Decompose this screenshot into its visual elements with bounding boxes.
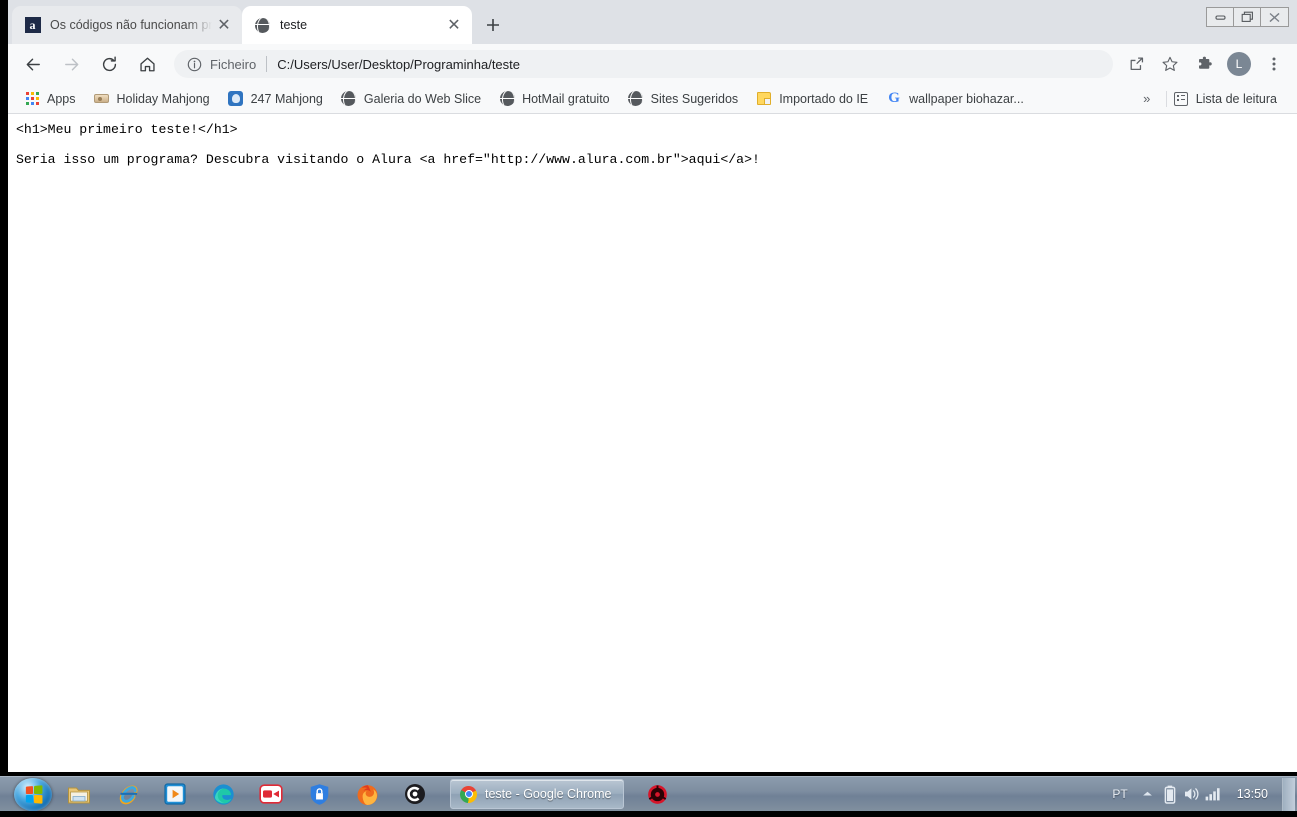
dark-circle-c-icon[interactable] xyxy=(394,779,436,810)
signal-bars-icon[interactable] xyxy=(1203,777,1225,812)
globe-icon xyxy=(254,17,271,34)
window-controls xyxy=(1206,7,1289,27)
mahjong-tile-icon xyxy=(94,91,110,107)
avatar[interactable]: L xyxy=(1227,52,1251,76)
shield-icon[interactable] xyxy=(298,779,340,810)
reload-icon[interactable] xyxy=(94,49,124,79)
taskbar-window-label: teste - Google Chrome xyxy=(485,787,612,801)
divider xyxy=(1165,90,1167,107)
source-line: <h1>Meu primeiro teste!</h1> xyxy=(16,122,238,137)
internet-explorer-icon[interactable] xyxy=(106,779,148,810)
close-button[interactable] xyxy=(1261,8,1288,26)
back-arrow-icon[interactable] xyxy=(18,49,48,79)
bookmark-folder-importado-do-ie[interactable]: Importado do IE xyxy=(756,87,876,111)
star-icon[interactable] xyxy=(1156,50,1184,78)
share-icon[interactable] xyxy=(1122,50,1150,78)
bookmark-label: Holiday Mahjong xyxy=(116,91,210,106)
bookmark-apps[interactable]: Apps xyxy=(24,87,84,111)
taskbar-active-window-chrome[interactable]: teste - Google Chrome xyxy=(450,779,625,809)
speaker-icon[interactable] xyxy=(1181,777,1203,812)
browser-window: a Os códigos não funcionam pra mim ✕ tes… xyxy=(8,0,1297,772)
tab-teste[interactable]: teste ✕ xyxy=(242,6,472,44)
omnibox-divider xyxy=(266,56,268,72)
minimize-button[interactable] xyxy=(1207,8,1234,26)
taskbar: teste - Google Chrome PT 13:50 xyxy=(0,776,1297,811)
bookmark-sites-sugeridos[interactable]: Sites Sugeridos xyxy=(628,87,747,111)
alura-a-icon: a xyxy=(24,17,41,34)
address-bar[interactable]: Ficheiro C:/Users/User/Desktop/Programin… xyxy=(174,50,1113,78)
page-content: <h1>Meu primeiro teste!</h1> Seria isso … xyxy=(8,114,1297,772)
info-circle-icon[interactable] xyxy=(186,56,202,72)
tab-strip: a Os códigos não funcionam pra mim ✕ tes… xyxy=(8,0,1297,44)
system-tray: PT 13:50 xyxy=(1103,777,1297,812)
clock[interactable]: 13:50 xyxy=(1237,787,1268,801)
source-line: Seria isso um programa? Descubra visitan… xyxy=(16,151,760,167)
bookmark-247-mahjong[interactable]: 247 Mahjong xyxy=(228,87,331,111)
close-icon[interactable]: ✕ xyxy=(212,13,236,37)
bookmark-label: 247 Mahjong xyxy=(250,91,323,106)
url-text[interactable]: C:/Users/User/Desktop/Programinha/teste xyxy=(277,57,1101,72)
battery-icon[interactable] xyxy=(1159,777,1181,812)
three-dot-menu-icon[interactable] xyxy=(1260,50,1288,78)
home-icon[interactable] xyxy=(132,49,162,79)
folder-explorer-icon[interactable] xyxy=(58,779,100,810)
show-desktop-button[interactable] xyxy=(1282,777,1295,811)
bookmark-label: Sites Sugeridos xyxy=(650,91,739,106)
bookmark-label: wallpaper biohazar... xyxy=(909,91,1024,106)
folder-icon xyxy=(756,91,772,107)
windows-start-orb-icon[interactable] xyxy=(14,777,52,811)
apps-grid-icon xyxy=(24,91,40,107)
chrome-logo-icon xyxy=(460,785,477,803)
url-scheme-label: Ficheiro xyxy=(210,56,257,72)
reading-list-icon xyxy=(1173,91,1189,107)
globe-icon xyxy=(628,91,644,107)
media-player-icon[interactable] xyxy=(154,779,196,810)
tab-title: Os códigos não funcionam pra mim xyxy=(50,18,212,32)
globe-icon xyxy=(499,91,515,107)
bookmark-label: Galeria do Web Slice xyxy=(363,91,482,106)
edge-icon[interactable] xyxy=(202,779,244,810)
bookmark-holiday-mahjong[interactable]: Holiday Mahjong xyxy=(94,87,218,111)
blue-square-icon xyxy=(228,91,244,107)
bookmarks-bar: Apps Holiday Mahjong 247 Mahjong Galeria… xyxy=(8,84,1297,114)
close-icon[interactable]: ✕ xyxy=(442,13,466,37)
reading-list-label: Lista de leitura xyxy=(1195,91,1277,106)
tab-alura[interactable]: a Os códigos não funcionam pra mim ✕ xyxy=(12,6,242,44)
new-tab-button[interactable] xyxy=(478,10,508,40)
bookmark-galeria-web-slice[interactable]: Galeria do Web Slice xyxy=(341,87,489,111)
restore-button[interactable] xyxy=(1234,8,1261,26)
chevron-double-right-icon[interactable]: » xyxy=(1134,87,1160,111)
bookmark-label: Importado do IE xyxy=(779,91,869,106)
globe-icon xyxy=(341,91,357,107)
tab-title: teste xyxy=(280,18,308,32)
bookmark-wallpaper-biohazard[interactable]: G wallpaper biohazar... xyxy=(886,87,1032,111)
firefox-icon[interactable] xyxy=(346,779,388,810)
bookmark-hotmail-gratuito[interactable]: HotMail gratuito xyxy=(499,87,618,111)
chevron-up-icon[interactable] xyxy=(1137,777,1159,812)
google-g-icon: G xyxy=(888,90,900,106)
tray-language-indicator[interactable]: PT xyxy=(1112,787,1127,801)
puzzle-piece-icon[interactable] xyxy=(1190,50,1218,78)
camera-recorder-icon[interactable] xyxy=(250,779,292,810)
bookmark-label: Apps xyxy=(47,91,76,106)
bookmark-label: HotMail gratuito xyxy=(522,91,610,106)
red-biohazard-icon[interactable] xyxy=(636,779,678,810)
reading-list-button[interactable]: Lista de leitura xyxy=(1173,87,1285,111)
forward-arrow-icon[interactable] xyxy=(56,49,86,79)
desktop: a Os códigos não funcionam pra mim ✕ tes… xyxy=(0,0,1297,817)
browser-toolbar: Ficheiro C:/Users/User/Desktop/Programin… xyxy=(8,44,1297,84)
